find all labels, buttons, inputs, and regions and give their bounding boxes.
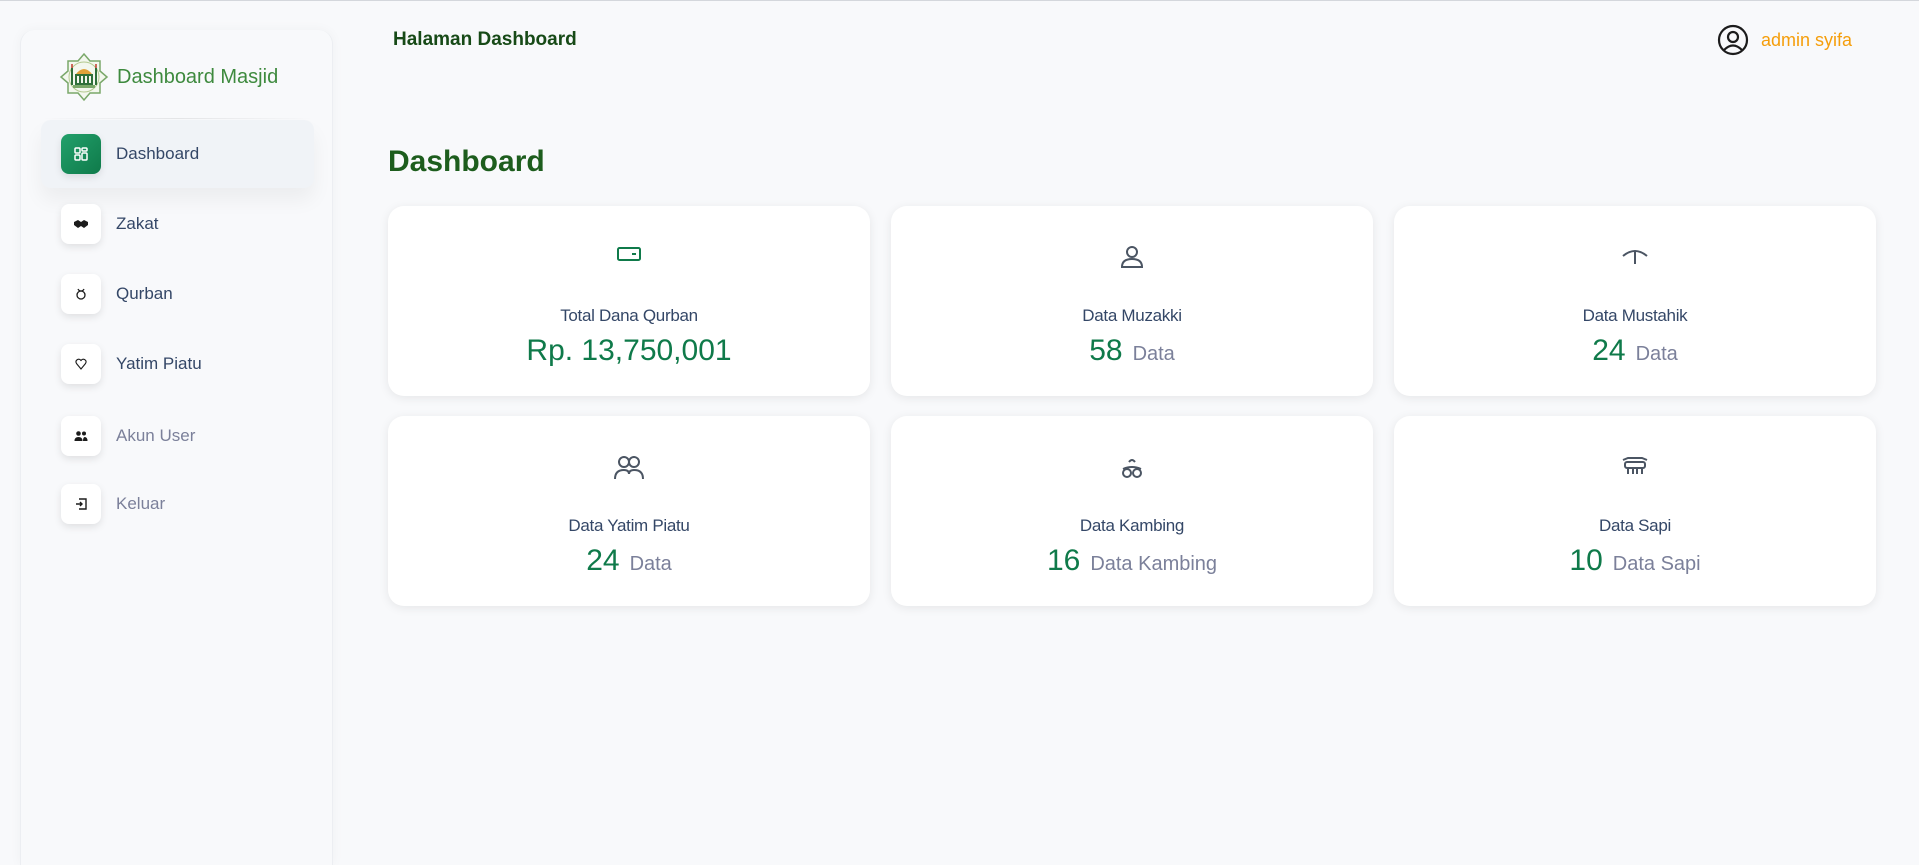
sidebar-item-label: Keluar — [116, 494, 166, 513]
card-value: 58 Data — [891, 334, 1373, 368]
stat-card-mustahik: Data Mustahik 24 Data — [1394, 206, 1876, 396]
card-number: 16 — [1046, 544, 1081, 577]
card-label: Data Yatim Piatu — [568, 516, 690, 535]
brand-name: Dashboard Masjid — [117, 65, 279, 88]
card-value: 16 Data Kambing — [891, 544, 1373, 578]
umbrella-icon — [1394, 244, 1876, 268]
sidebar-item-dashboard[interactable]: Dashboard — [41, 120, 314, 188]
card-label: Data Sapi — [1599, 516, 1671, 535]
stat-card-kambing: Data Kambing 16 Data Kambing — [891, 416, 1373, 606]
card-unit: Data — [629, 553, 672, 575]
card-unit: Data — [1132, 343, 1175, 365]
users-icon — [388, 454, 870, 482]
goat-icon — [891, 454, 1373, 482]
user-name[interactable]: admin syifa — [1761, 30, 1852, 51]
stat-card-yatim-piatu: Data Yatim Piatu 24 Data — [388, 416, 870, 606]
user-icon — [891, 244, 1373, 270]
wallet-icon — [388, 244, 870, 264]
goat-icon — [61, 274, 101, 314]
card-number: 10 — [1569, 544, 1603, 577]
stat-card-sapi: Data Sapi 10 Data Sapi — [1394, 416, 1876, 606]
page-title: Dashboard — [388, 145, 545, 178]
card-value: 10 Data Sapi — [1394, 544, 1876, 578]
card-value: 24 Data — [1394, 334, 1876, 368]
heart-icon — [61, 344, 101, 384]
card-label: Data Kambing — [1079, 516, 1185, 535]
card-value: 24 Data — [388, 544, 870, 578]
top-border — [0, 0, 1919, 1]
card-label: Data Muzakki — [1082, 306, 1182, 325]
card-number: 58 — [1089, 334, 1123, 367]
grid-icon — [61, 134, 101, 174]
user-circle-icon — [1717, 24, 1749, 56]
card-unit: Data — [1635, 343, 1678, 365]
card-number: Rp. 13,750,001 — [526, 334, 732, 367]
card-unit: Data Sapi — [1612, 553, 1701, 575]
brand[interactable]: Dashboard Masjid — [59, 50, 278, 104]
card-label: Total Dana Qurban — [560, 306, 698, 325]
sidebar-item-qurban[interactable]: Qurban — [41, 260, 314, 328]
card-number: 24 — [1592, 334, 1626, 367]
card-label: Data Mustahik — [1582, 306, 1688, 325]
sidebar-item-label: Qurban — [116, 284, 173, 303]
handshake-icon — [61, 204, 101, 244]
card-unit: Data Kambing — [1090, 553, 1218, 575]
card-value: Rp. 13,750,001 — [388, 334, 870, 368]
stat-card-muzakki: Data Muzakki 58 Data — [891, 206, 1373, 396]
logout-icon — [61, 484, 101, 524]
stat-card-dana-qurban: Total Dana Qurban Rp. 13,750,001 — [388, 206, 870, 396]
sidebar-item-zakat[interactable]: Zakat — [41, 190, 314, 258]
sidebar: Dashboard Masjid Dashboard Zakat Qurban … — [20, 30, 333, 865]
sidebar-item-label: Dashboard — [116, 144, 200, 163]
page-header-title: Halaman Dashboard — [393, 29, 577, 50]
user-menu[interactable]: admin syifa — [1717, 24, 1852, 56]
sidebar-item-keluar[interactable]: Keluar — [41, 470, 314, 538]
sidebar-item-label: Zakat — [116, 214, 159, 233]
cow-icon — [1394, 454, 1876, 478]
users-icon — [61, 416, 101, 456]
sidebar-item-yatim-piatu[interactable]: Yatim Piatu — [41, 330, 314, 398]
brand-divider — [41, 118, 314, 119]
sidebar-item-label: Yatim Piatu — [116, 354, 202, 373]
sidebar-item-label: Akun User — [116, 426, 196, 445]
card-number: 24 — [586, 544, 620, 577]
sidebar-item-akun-user[interactable]: Akun User — [41, 402, 314, 470]
mosque-logo-icon — [59, 52, 109, 102]
